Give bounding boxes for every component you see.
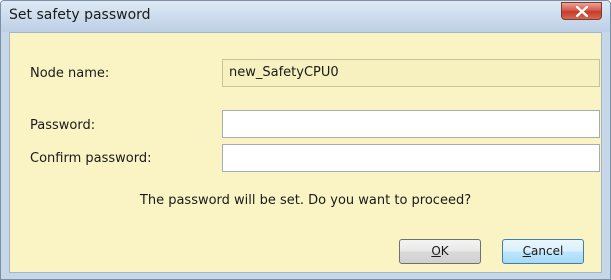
ok-mnemonic: O (431, 244, 441, 258)
dialog-body: Node name: new_SafetyCPU0 Password: Conf… (9, 32, 602, 273)
title-bar[interactable]: Set safety password (1, 1, 610, 32)
password-input[interactable] (222, 110, 600, 138)
cancel-button[interactable]: Cancel (502, 239, 584, 264)
node-name-label: Node name: (30, 66, 110, 81)
password-label: Password: (30, 118, 96, 133)
confirmation-message: The password will be set. Do you want to… (139, 193, 472, 208)
ok-label-rest: K (440, 244, 449, 258)
ok-button[interactable]: OK (399, 239, 481, 264)
set-safety-password-dialog: Set safety password Node name: new_Safet… (0, 0, 611, 280)
confirm-password-input[interactable] (222, 144, 600, 172)
close-button[interactable] (561, 2, 602, 20)
node-name-field: new_SafetyCPU0 (222, 59, 600, 87)
confirm-password-label: Confirm password: (30, 151, 152, 166)
cancel-label-rest: ancel (531, 244, 564, 258)
dialog-title: Set safety password (9, 7, 151, 23)
cancel-mnemonic: C (522, 244, 532, 258)
close-x-icon (576, 6, 588, 17)
